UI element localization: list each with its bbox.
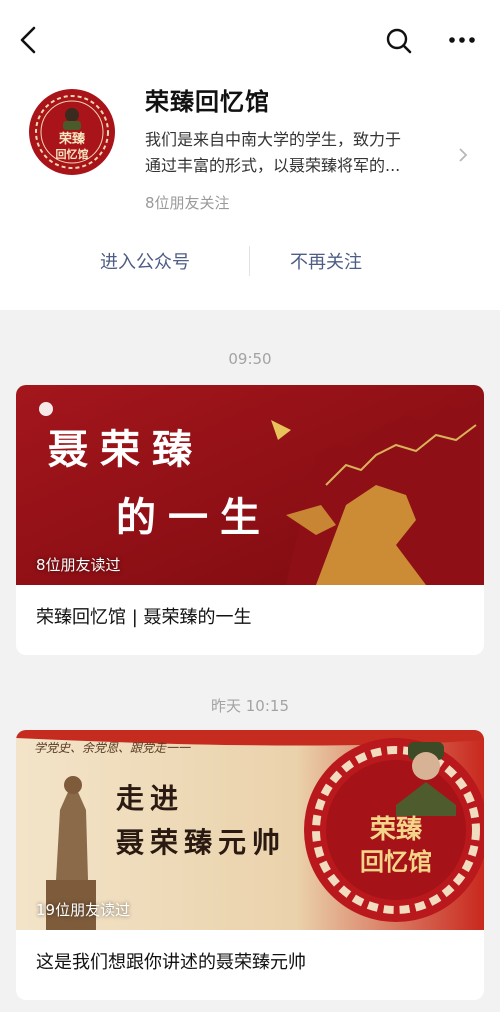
article-card[interactable]: 荣臻 回忆馆 学党史、余党恩、跟党走一一 走进 聂荣臻元帅 19位朋友读过 这是… <box>16 730 484 1000</box>
more-icon[interactable] <box>444 30 480 50</box>
message-time: 09:50 <box>228 350 272 368</box>
unfollow-button[interactable]: 不再关注 <box>290 248 362 274</box>
read-count: 19位朋友读过 <box>36 901 131 919</box>
account-description[interactable]: 我们是来自中南大学的学生，致力于 通过丰富的形式，以聂荣臻将军的... <box>145 127 455 179</box>
read-count: 8位朋友读过 <box>36 556 121 574</box>
article-card[interactable]: 聂荣臻 的一生 8位朋友读过 荣臻回忆馆 | 聂荣臻的一生 <box>16 385 484 655</box>
badge-text-1: 荣臻 <box>370 815 423 845</box>
article-title[interactable]: 这是我们想跟你讲述的聂荣臻元帅 <box>36 948 306 974</box>
cover-title-1: 走进 <box>116 782 184 815</box>
account-name: 荣臻回忆馆 <box>145 88 270 116</box>
article-title[interactable]: 荣臻回忆馆 | 聂荣臻的一生 <box>36 603 252 629</box>
account-header: 荣臻 回忆馆 荣臻回忆馆 我们是来自中南大学的学生，致力于 通过丰富的形式，以聂… <box>0 0 500 310</box>
cover-slogan: 学党史、余党恩、跟党走一一 <box>34 741 191 755</box>
article-cover[interactable]: 荣臻 回忆馆 学党史、余党恩、跟党走一一 走进 聂荣臻元帅 19位朋友读过 <box>16 730 484 930</box>
description-line-1: 我们是来自中南大学的学生，致力于 <box>145 130 402 149</box>
chevron-right-icon[interactable] <box>456 146 470 164</box>
cover-title-2: 的一生 <box>116 494 272 541</box>
divider <box>249 246 250 276</box>
action-row: 进入公众号 不再关注 <box>0 240 500 284</box>
message-time: 昨天 10:15 <box>211 697 289 715</box>
account-avatar[interactable]: 荣臻 回忆馆 <box>28 88 116 176</box>
followers-count: 8位朋友关注 <box>145 194 230 212</box>
back-arrow-icon[interactable] <box>14 22 44 58</box>
badge-text-2: 回忆馆 <box>360 848 432 876</box>
avatar-text-2: 回忆馆 <box>56 147 89 161</box>
search-icon[interactable] <box>384 26 414 56</box>
description-line-2: 通过丰富的形式，以聂荣臻将军的... <box>145 156 401 175</box>
enter-account-button[interactable]: 进入公众号 <box>100 248 190 274</box>
cover-title-1: 聂荣臻 <box>48 426 204 473</box>
cover-title-2: 聂荣臻元帅 <box>116 826 286 859</box>
article-cover[interactable]: 聂荣臻 的一生 8位朋友读过 <box>16 385 484 585</box>
avatar-text-1: 荣臻 <box>58 131 86 147</box>
